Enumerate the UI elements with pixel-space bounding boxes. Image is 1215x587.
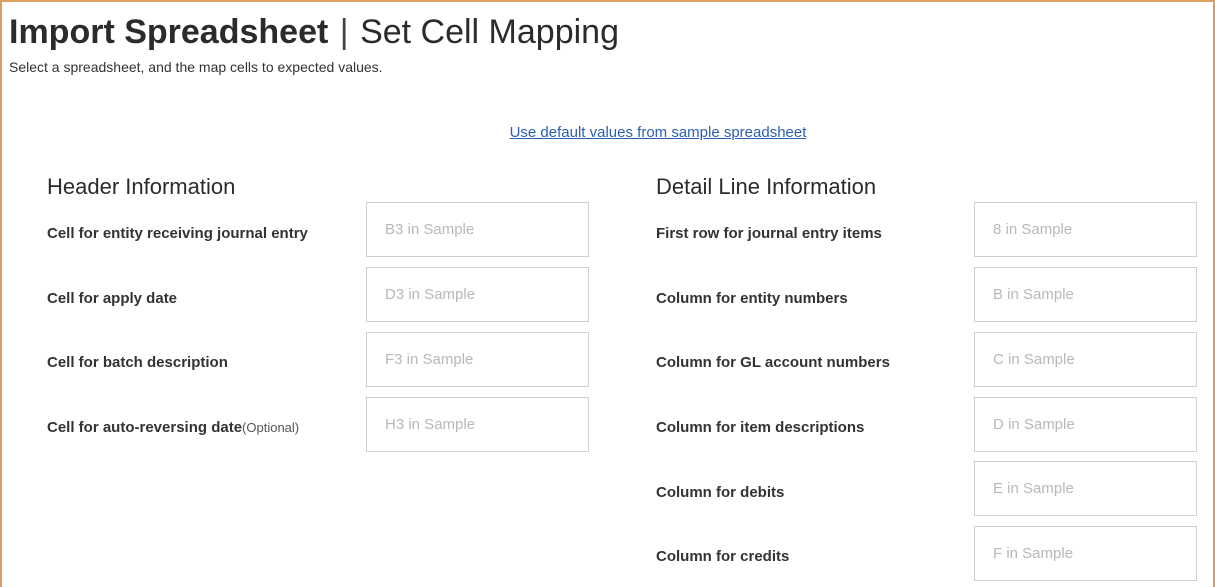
item-descriptions-column-label: Column for item descriptions: [656, 418, 864, 438]
item-descriptions-column-label-text: Column for item descriptions: [656, 419, 865, 436]
apply-date-cell-label-text: Cell for apply date: [47, 290, 178, 307]
page-subtitle: Select a spreadsheet, and the map cells …: [9, 59, 383, 75]
batch-description-cell-label-text: Cell for batch description: [47, 354, 228, 371]
first-row-label: First row for journal entry items: [656, 224, 882, 244]
debits-column-input[interactable]: [974, 461, 1197, 516]
page-title-step: Set Cell Mapping: [360, 13, 619, 51]
detail-line-information-heading: Detail Line Information: [656, 174, 877, 199]
batch-description-cell-label: Cell for batch description: [47, 353, 228, 373]
auto-reversing-date-cell-label-text: Cell for auto-reversing date: [47, 419, 243, 436]
optional-marker: (Optional): [242, 420, 300, 435]
entity-cell-label: Cell for entity receiving journal entry: [47, 224, 308, 244]
page-title-separator: |: [339, 13, 349, 51]
first-row-input[interactable]: [974, 202, 1197, 257]
entity-cell-label-text: Cell for entity receiving journal entry: [47, 225, 308, 242]
page-title: Import Spreadsheet | Set Cell Mapping: [9, 12, 619, 52]
apply-date-cell-label: Cell for apply date: [47, 289, 177, 309]
gl-account-numbers-column-label: Column for GL account numbers: [656, 353, 890, 373]
entity-numbers-column-label: Column for entity numbers: [656, 289, 848, 309]
credits-column-label: Column for credits: [656, 547, 789, 567]
gl-account-numbers-column-input[interactable]: [974, 332, 1197, 387]
apply-date-cell-input[interactable]: [366, 267, 589, 322]
batch-description-cell-input[interactable]: [366, 332, 589, 387]
debits-column-label-text: Column for debits: [656, 484, 785, 501]
credits-column-input[interactable]: [974, 526, 1197, 581]
auto-reversing-date-cell-input[interactable]: [366, 397, 589, 452]
gl-account-numbers-column-label-text: Column for GL account numbers: [656, 354, 890, 371]
entity-numbers-column-label-text: Column for entity numbers: [656, 290, 848, 307]
auto-reversing-date-cell-label: Cell for auto-reversing date(Optional): [47, 418, 299, 438]
header-information-heading: Header Information: [47, 174, 236, 199]
debits-column-label: Column for debits: [656, 483, 784, 503]
entity-cell-input[interactable]: [366, 202, 589, 257]
entity-numbers-column-input[interactable]: [974, 267, 1197, 322]
first-row-label-text: First row for journal entry items: [656, 225, 882, 242]
page-title-main: Import Spreadsheet: [9, 13, 329, 51]
use-default-values-link[interactable]: Use default values from sample spreadshe…: [450, 123, 866, 143]
item-descriptions-column-input[interactable]: [974, 397, 1197, 452]
credits-column-label-text: Column for credits: [656, 548, 790, 565]
